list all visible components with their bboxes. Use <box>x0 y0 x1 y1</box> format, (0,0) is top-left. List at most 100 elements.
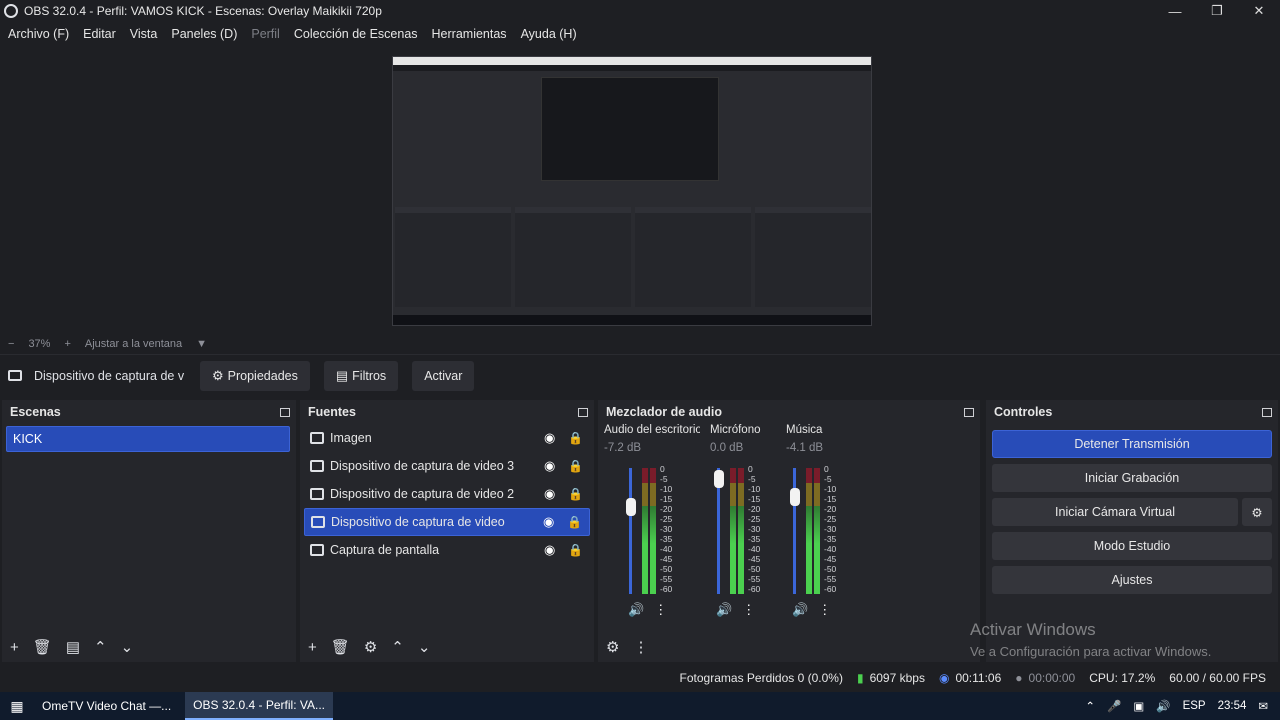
move-down-icon[interactable]: ⌄ <box>121 638 134 656</box>
menu-item[interactable]: Ayuda (H) <box>521 27 577 41</box>
chevron-up-icon[interactable]: ⌃ <box>1085 699 1095 713</box>
start-recording-button[interactable]: Iniciar Grabación <box>992 464 1272 492</box>
add-scene-icon[interactable]: + <box>10 639 19 656</box>
zoom-out-button[interactable]: − <box>8 338 14 350</box>
move-up-icon[interactable]: ⌃ <box>391 638 404 656</box>
advanced-audio-icon[interactable]: ⚙ <box>606 638 619 656</box>
mixer-channel: Micrófono 0.0 dB 0 -5 -10 -15 -20 -25 -30 -35 -40-… <box>710 424 770 634</box>
window-controls: — ❐ ✕ <box>1154 0 1280 22</box>
channel-name: Micrófono <box>710 424 761 436</box>
move-up-icon[interactable]: ⌃ <box>94 638 107 656</box>
scale-tick-label: -20 <box>748 504 761 514</box>
minimize-button[interactable]: — <box>1154 0 1196 22</box>
channel-menu-icon[interactable]: ⋮ <box>654 602 667 618</box>
taskbar-task[interactable]: OmeTV Video Chat —... <box>34 692 179 720</box>
channel-menu-icon[interactable]: ⋮ <box>818 602 831 618</box>
volume-fader-track[interactable] <box>629 468 632 594</box>
speaker-icon[interactable]: 🔊 <box>792 602 808 618</box>
scale-tick-label: -35 <box>824 534 837 544</box>
undock-icon[interactable] <box>964 407 974 417</box>
speaker-icon[interactable]: 🔊 <box>628 602 644 618</box>
source-row[interactable]: Imagen ◉ 🔒 <box>304 424 590 452</box>
volume-fader-track[interactable] <box>793 468 796 594</box>
microphone-icon[interactable]: 🎤 <box>1107 699 1121 713</box>
notifications-icon[interactable]: ✉ <box>1258 699 1268 713</box>
source-row[interactable]: Captura de pantalla ◉ 🔒 <box>304 536 590 564</box>
studio-mode-button[interactable]: Modo Estudio <box>992 532 1272 560</box>
clock[interactable]: 23:54 <box>1218 700 1247 712</box>
move-down-icon[interactable]: ⌄ <box>418 638 431 656</box>
scale-tick-label: -10 <box>660 484 673 494</box>
undock-icon[interactable] <box>280 407 290 417</box>
source-row[interactable]: Dispositivo de captura de video 3 ◉ 🔒 <box>304 452 590 480</box>
channel-db: -4.1 dB <box>786 442 824 454</box>
program-preview[interactable] <box>392 56 872 326</box>
channel-db: 0.0 dB <box>710 442 744 454</box>
mixer-menu-icon[interactable]: ⋮ <box>633 638 648 656</box>
lock-icon[interactable]: 🔒 <box>568 543 584 557</box>
preview-nested-canvas <box>541 77 719 181</box>
virtual-cam-settings-icon[interactable]: ⚙ <box>1242 498 1272 526</box>
lock-icon[interactable]: 🔒 <box>568 487 584 501</box>
chevron-down-icon[interactable]: ▼ <box>196 338 207 350</box>
menu-item[interactable]: Herramientas <box>432 27 507 41</box>
close-button[interactable]: ✕ <box>1238 0 1280 22</box>
volume-fader-knob[interactable] <box>714 470 724 488</box>
properties-button[interactable]: ⚙ Propiedades <box>200 360 310 391</box>
eye-icon[interactable]: ◉ <box>544 458 560 474</box>
menu-item[interactable]: Archivo (F) <box>8 27 69 41</box>
eye-icon[interactable]: ◉ <box>544 430 560 446</box>
undock-icon[interactable] <box>578 407 588 417</box>
volume-icon[interactable]: 🔊 <box>1156 699 1170 713</box>
channel-menu-icon[interactable]: ⋮ <box>742 602 755 618</box>
scale-tick-label: -25 <box>660 514 673 524</box>
windows-start-icon[interactable]: ▦ <box>0 698 34 715</box>
eye-icon[interactable]: ◉ <box>544 542 560 558</box>
eye-icon[interactable]: ◉ <box>544 486 560 502</box>
network-icon[interactable]: ▣ <box>1133 699 1144 713</box>
bitrate-value: 6097 kbps <box>869 671 925 685</box>
volume-fader-knob[interactable] <box>626 497 636 516</box>
activate-button[interactable]: Activar <box>412 360 475 391</box>
filters-button[interactable]: ▤ Filtros <box>323 360 399 391</box>
menu-bar: Archivo (F) Editar Vista Paneles (D) Perfil C… <box>0 22 1280 46</box>
settings-button[interactable]: Ajustes <box>992 566 1272 594</box>
scale-tick-label: -45 <box>748 554 761 564</box>
taskbar-task[interactable]: OBS 32.0.4 - Perfil: VA... <box>185 692 334 720</box>
zoom-in-button[interactable]: + <box>64 338 70 350</box>
camera-icon <box>310 460 324 472</box>
stop-streaming-button[interactable]: Detener Transmisión <box>992 430 1272 458</box>
lock-icon[interactable]: 🔒 <box>567 515 583 529</box>
source-row[interactable]: Dispositivo de captura de video 2 ◉ 🔒 <box>304 480 590 508</box>
cpu-usage: CPU: 17.2% <box>1089 671 1156 685</box>
maximize-button[interactable]: ❐ <box>1196 0 1238 22</box>
scene-item[interactable]: KICK <box>6 426 290 452</box>
windows-activation-watermark: Activar Windows Ve a Configuración para … <box>970 620 1211 659</box>
lock-icon[interactable]: 🔒 <box>568 431 584 445</box>
menu-item[interactable]: Vista <box>130 27 158 41</box>
scale-tick-label: -15 <box>748 494 761 504</box>
remove-source-icon[interactable]: 🗑 <box>331 638 350 656</box>
source-properties-icon[interactable]: ⚙ <box>364 638 377 656</box>
menu-item[interactable]: Colección de Escenas <box>294 27 418 41</box>
undock-icon[interactable] <box>1262 407 1272 417</box>
scale-tick-label: -50 <box>660 564 673 574</box>
level-meter <box>730 468 736 594</box>
volume-fader-knob[interactable] <box>790 487 800 506</box>
scene-filter-icon[interactable]: ▤ <box>66 638 80 656</box>
menu-item[interactable]: Paneles (D) <box>171 27 237 41</box>
source-row[interactable]: Dispositivo de captura de video ◉ 🔒 <box>304 508 590 536</box>
title-bar: OBS 32.0.4 - Perfil: VAMOS KICK - Escena… <box>0 0 1280 22</box>
remove-scene-icon[interactable]: 🗑 <box>33 638 52 656</box>
language-indicator[interactable]: ESP <box>1183 700 1206 712</box>
lock-icon[interactable]: 🔒 <box>568 459 584 473</box>
speaker-icon[interactable]: 🔊 <box>716 602 732 618</box>
preview-nested-menubar <box>393 65 871 71</box>
mixer-title: Mezclador de audio <box>606 405 722 419</box>
eye-icon[interactable]: ◉ <box>543 514 559 530</box>
fit-to-window-button[interactable]: Ajustar a la ventana <box>85 338 182 350</box>
add-source-icon[interactable]: + <box>308 639 317 656</box>
watermark-line2: Ve a Configuración para activar Windows. <box>970 644 1212 659</box>
start-virtual-cam-button[interactable]: Iniciar Cámara Virtual <box>992 498 1238 526</box>
menu-item[interactable]: Editar <box>83 27 116 41</box>
